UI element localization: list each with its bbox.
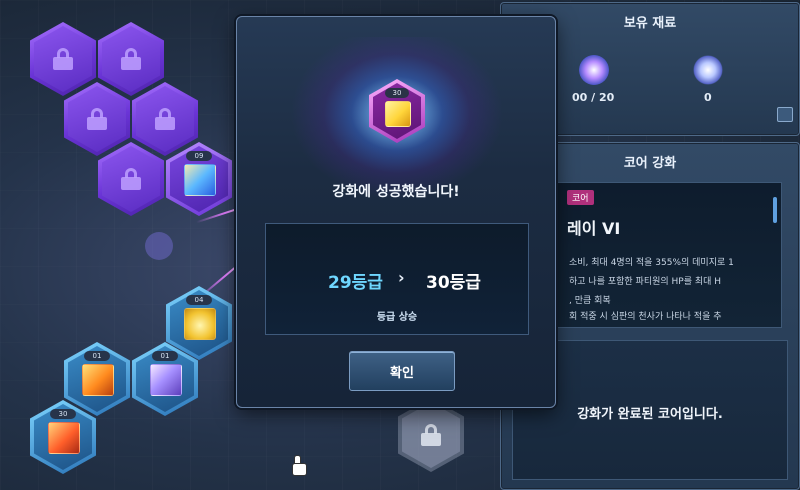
lock-icon [155,108,175,130]
core-shard-icon [693,55,723,85]
core-level-badge: 01 [152,351,178,361]
description-line: 회 적중 시 심판의 천사가 나타나 적을 추 [569,312,722,322]
grade-up-label: 등급 상승 [376,312,418,323]
skill-icon [150,364,182,396]
skill-icon [48,422,80,454]
lock-icon [87,108,107,130]
arrow-icon: › [398,268,405,287]
core-type-tag: 코어 [567,190,594,205]
skill-icon [82,364,114,396]
lock-icon [121,168,141,190]
core-skill-icon [385,101,411,127]
enhance-result-dialog: 30 강화에 성공했습니다! 29등급 › 30등급 등급 상승 확인 [236,16,556,408]
confirm-button[interactable]: 확인 [349,351,455,391]
hand-cursor-icon [290,455,307,476]
description-line: 하고 나를 포함한 파티원의 HP를 최대 H [569,277,722,287]
skill-icon [184,308,216,340]
gemstone-count: 00 / 20 [572,91,615,104]
lock-icon [53,48,73,70]
core-level-badge: 09 [186,151,212,161]
core-gemstone-icon [579,55,609,85]
core-skill-name: 레이 VI [567,219,621,238]
description-scrollbar[interactable] [773,197,777,223]
description-line: , 만큼 회복 [569,296,611,306]
description-line: 소비, 최대 4명의 적을 355%의 데미지로 1 [569,258,734,268]
grade-to: 30등급 [426,273,481,293]
shard-count: 0 [704,91,712,104]
core-level-badge: 01 [84,351,110,361]
grade-from: 29등급 [328,273,383,293]
core-level-badge: 30 [50,409,76,419]
success-message: 강화에 성공했습니다! [332,184,460,200]
skill-icon [184,164,216,196]
expand-icon[interactable] [777,107,793,122]
lock-icon [421,424,441,446]
grade-box: 29등급 › 30등급 등급 상승 [265,223,529,335]
lock-icon [121,48,141,70]
node-dot [145,232,173,260]
core-level-badge: 04 [186,295,212,305]
core-level-badge: 30 [385,88,409,98]
